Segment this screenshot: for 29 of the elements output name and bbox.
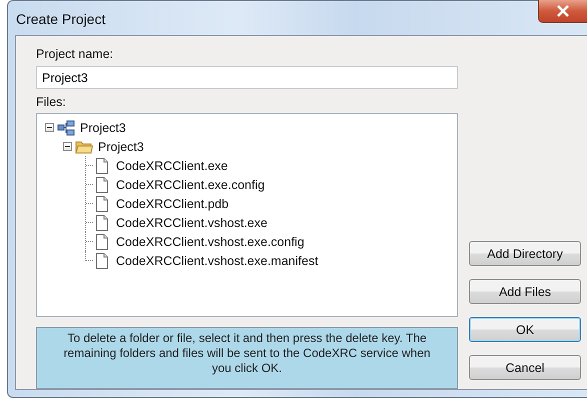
file-name[interactable]: CodeXRCClient.exe <box>116 158 228 172</box>
info-message: To delete a folder or file, select it and then press the delete key. The remaining folders and files will be sent to the CodeXRC service when you click OK. <box>36 327 458 389</box>
file-icon <box>93 234 111 250</box>
collapse-icon[interactable] <box>45 123 54 132</box>
file-name[interactable]: CodeXRCClient.pdb <box>116 196 229 210</box>
dialog-button[interactable]: Cancel <box>469 355 581 380</box>
file-icon <box>93 196 111 212</box>
files-label: Files: <box>36 95 67 111</box>
file-name[interactable]: CodeXRCClient.exe.config <box>116 178 265 192</box>
dialog-button[interactable]: Add Directory <box>469 241 581 266</box>
file-icon <box>93 176 111 192</box>
dialog-button[interactable]: Add Files <box>469 279 581 304</box>
project-name-field[interactable]: Project3 <box>36 66 458 89</box>
file-icon <box>93 214 111 230</box>
ok-button[interactable]: OK <box>469 317 581 342</box>
project-icon <box>57 120 75 136</box>
close-icon <box>556 5 570 17</box>
close-button[interactable] <box>538 0 587 23</box>
file-icon <box>93 158 111 174</box>
file-icon <box>93 252 111 268</box>
folder-icon <box>75 138 93 154</box>
field-label: Project name: <box>36 47 114 63</box>
file-name[interactable]: CodeXRCClient.vshost.exe.manifest <box>116 254 318 268</box>
file-name[interactable]: CodeXRCClient.vshost.exe <box>116 216 268 230</box>
project-name[interactable]: Project3 <box>80 120 126 134</box>
file-name[interactable]: CodeXRCClient.vshost.exe.config <box>116 234 304 248</box>
window-title: Create Project <box>15 11 106 27</box>
collapse-icon[interactable] <box>63 142 72 151</box>
folder-name[interactable]: Project3 <box>98 140 144 154</box>
